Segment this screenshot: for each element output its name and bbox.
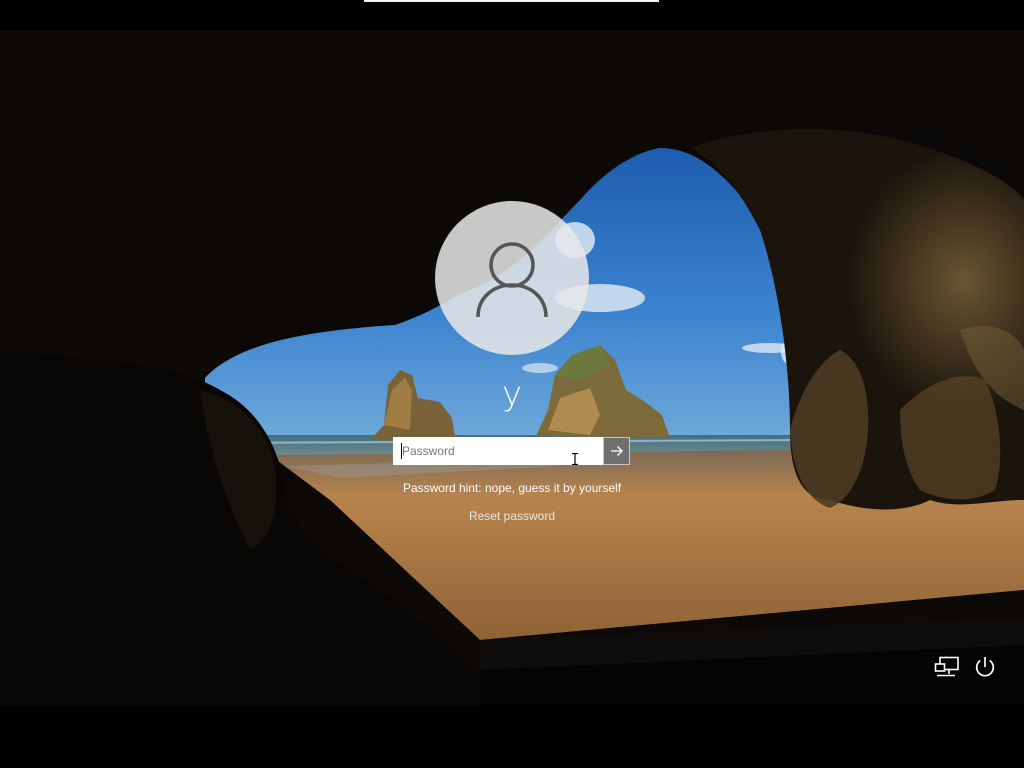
text-caret	[401, 443, 402, 459]
user-silhouette-icon	[476, 242, 548, 318]
reset-password-row: Reset password	[0, 508, 1024, 524]
arrow-right-icon	[610, 446, 623, 456]
network-icon	[934, 656, 959, 677]
user-avatar	[435, 201, 589, 355]
password-hint: Password hint: nope, guess it by yoursel…	[402, 481, 622, 495]
power-button[interactable]	[972, 655, 998, 679]
power-icon	[975, 657, 995, 677]
lock-screen: y Password hint: nope, guess it by yours…	[0, 0, 1024, 768]
top-status-strip	[364, 0, 659, 2]
submit-password-button[interactable]	[603, 437, 630, 465]
cave-beach-wallpaper	[0, 30, 1024, 705]
reset-password-link[interactable]: Reset password	[469, 509, 555, 523]
mouse-ibeam-cursor-icon	[572, 453, 578, 465]
username-label: y	[501, 374, 523, 414]
password-box	[393, 437, 630, 465]
network-button[interactable]	[934, 655, 960, 679]
